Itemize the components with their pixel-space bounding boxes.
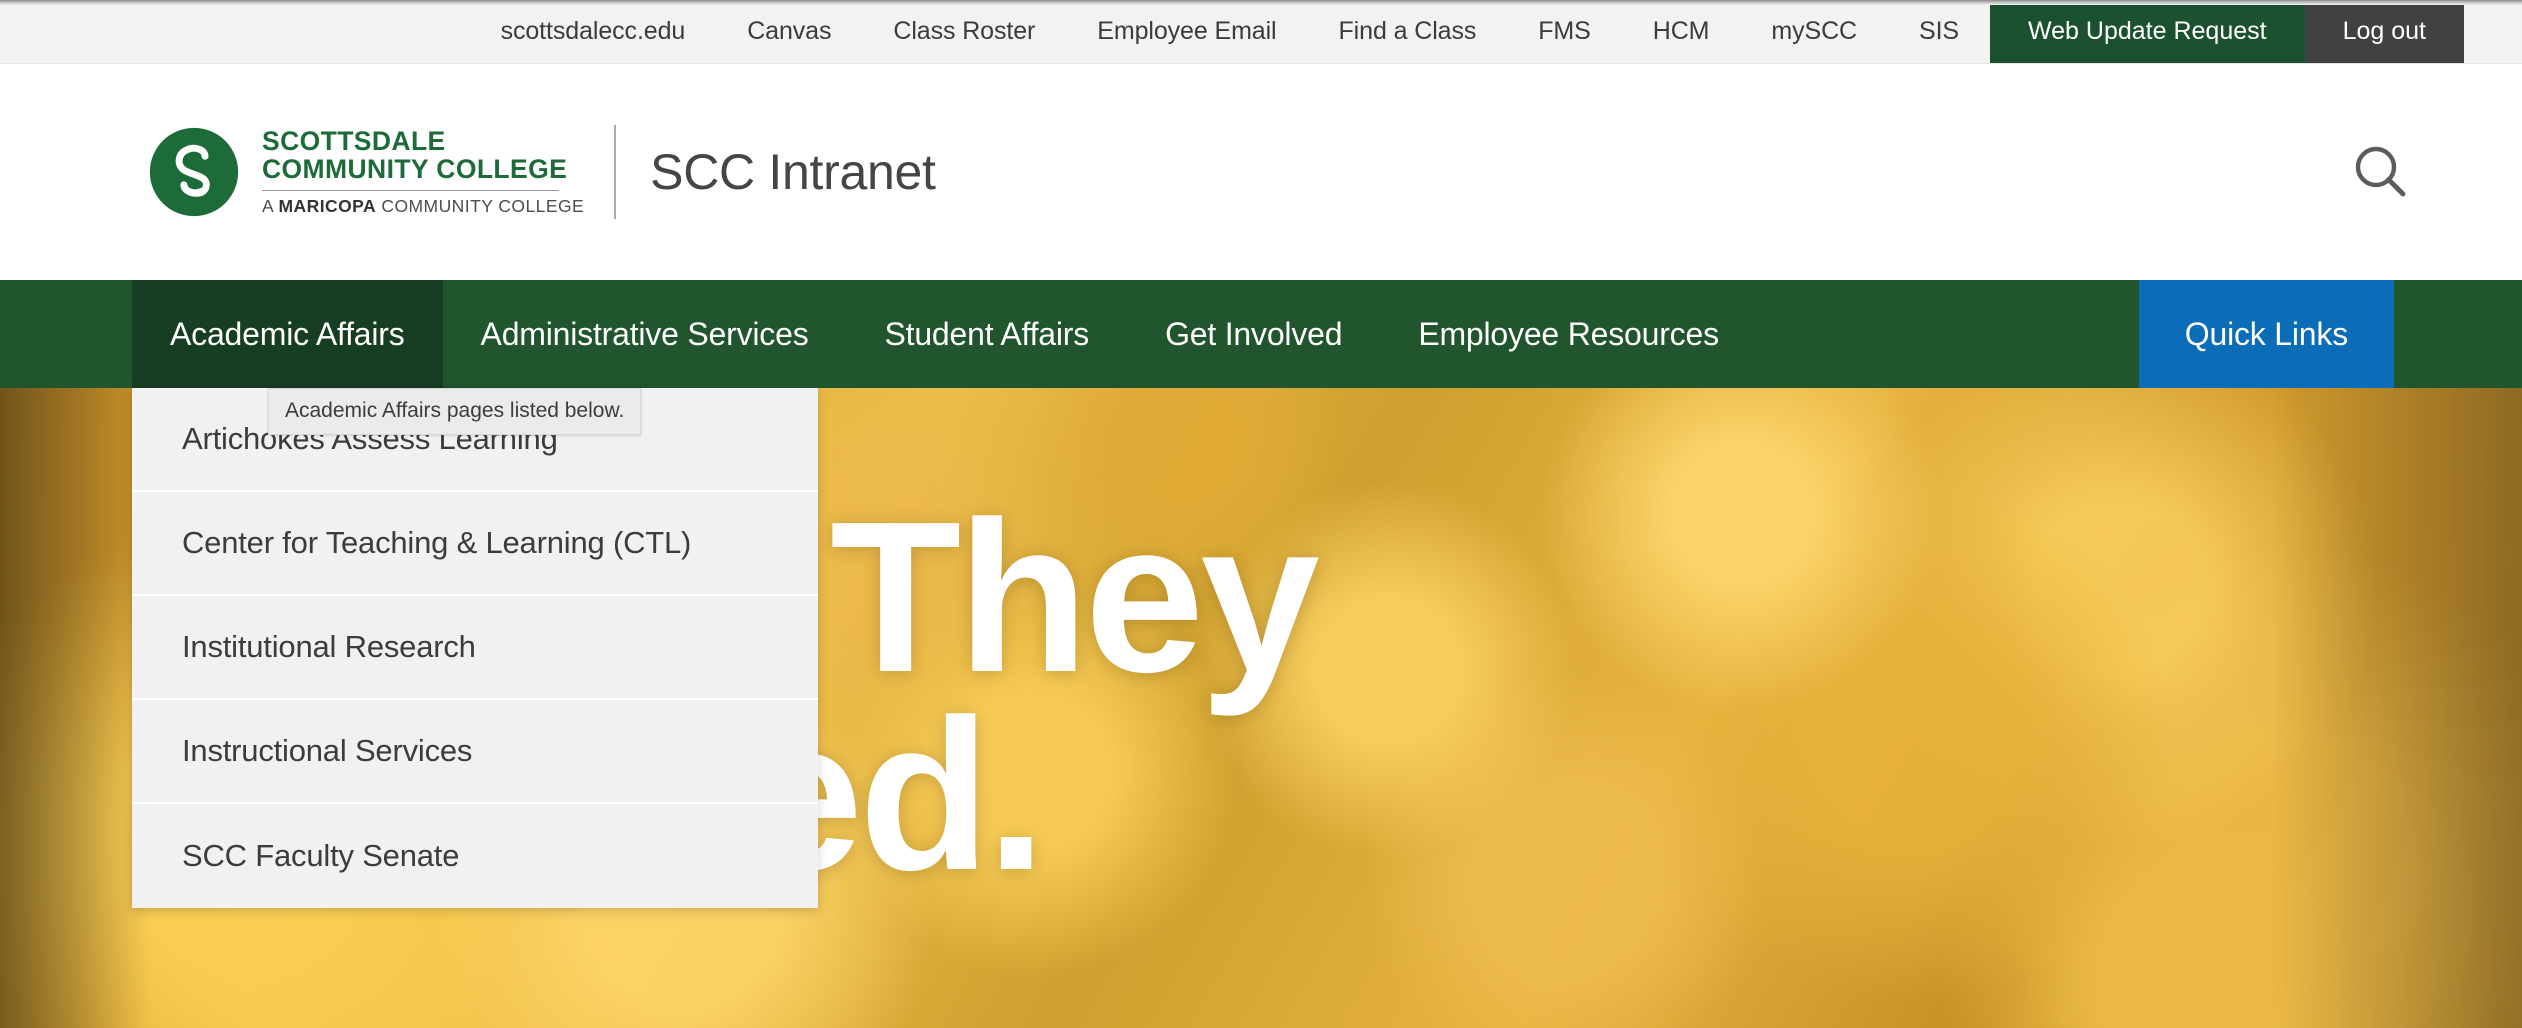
search-icon [2355,146,2406,197]
academic-affairs-dropdown: Artichokes Assess Learning Center for Te… [132,388,818,908]
nav-item-employee-resources[interactable]: Employee Resources [1380,280,1757,388]
main-navigation: Academic Affairs Administrative Services… [0,280,2522,388]
web-update-request-button[interactable]: Web Update Request [1990,0,2305,63]
utility-link-fms[interactable]: FMS [1507,0,1621,63]
hero-shade-right [2269,280,2522,1028]
utility-link-canvas[interactable]: Canvas [716,0,862,63]
masthead-divider [614,125,617,219]
utility-link-class-roster[interactable]: Class Roster [862,0,1066,63]
utility-link-sis[interactable]: SIS [1888,0,1990,63]
site-title: SCC Intranet [650,144,936,200]
utility-link-hcm[interactable]: HCM [1622,0,1741,63]
nav-item-get-involved[interactable]: Get Involved [1127,280,1380,388]
brand-logo-link[interactable]: SCOTTSDALE COMMUNITY COLLEGE A MARICOPA … [148,126,584,218]
nav-item-administrative-services[interactable]: Administrative Services [443,280,847,388]
wordmark-line-3-bold: MARICOPA [278,196,377,217]
scc-seal-icon [149,127,239,217]
utility-link-employee-email[interactable]: Employee Email [1066,0,1307,63]
utility-links: scottsdalecc.edu Canvas Class Roster Emp… [470,0,1990,63]
search-button[interactable] [2344,135,2418,209]
wordmark-line-3-suffix: COMMUNITY COLLEGE [376,196,585,217]
nav-item-quick-links[interactable]: Quick Links [2138,280,2394,388]
wordmark-line-3-prefix: A [262,196,279,217]
dropdown-item-instructional-services[interactable]: Instructional Services [132,700,818,804]
wordmark-line-3: A MARICOPA COMMUNITY COLLEGE [262,196,584,217]
main-nav-left-spacer [0,280,132,388]
dropdown-item-center-for-teaching-and-learning[interactable]: Center for Teaching & Learning (CTL) [132,492,818,596]
wordmark-line-1: SCOTTSDALE [262,125,446,156]
main-nav-right-spacer [2394,280,2522,388]
nav-item-academic-affairs[interactable]: Academic Affairs [132,280,443,388]
utility-link-scottsdalecc[interactable]: scottsdalecc.edu [470,0,717,63]
utility-bar: scottsdalecc.edu Canvas Class Roster Emp… [0,0,2522,64]
nav-tooltip: Academic Affairs pages listed below. [268,388,642,435]
nav-item-student-affairs[interactable]: Student Affairs [847,280,1128,388]
hero-shade-left [0,280,152,1028]
hero-stage: They Succeed. Academic Affairs Administr… [0,280,2522,1028]
log-out-button[interactable]: Log out [2304,0,2464,63]
utility-link-myscc[interactable]: mySCC [1740,0,1888,63]
utility-bar-right-spacer [2464,0,2522,63]
utility-link-find-a-class[interactable]: Find a Class [1308,0,1508,63]
dropdown-item-institutional-research[interactable]: Institutional Research [132,596,818,700]
masthead: SCOTTSDALE COMMUNITY COLLEGE A MARICOPA … [0,64,2522,280]
wordmark-divider [262,189,559,192]
dropdown-item-scc-faculty-senate[interactable]: SCC Faculty Senate [132,804,818,908]
wordmark: SCOTTSDALE COMMUNITY COLLEGE A MARICOPA … [262,127,584,217]
wordmark-line-2: COMMUNITY COLLEGE [262,154,568,185]
